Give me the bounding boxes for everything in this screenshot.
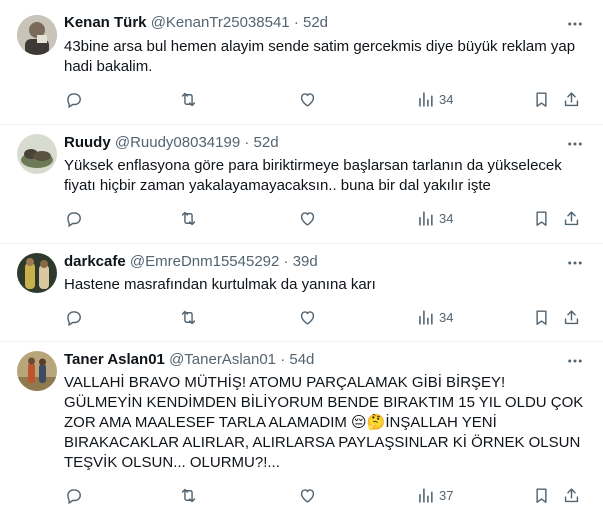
avatar[interactable] — [17, 351, 57, 391]
retweet-button[interactable] — [179, 208, 198, 228]
views-icon — [419, 210, 433, 226]
view-count: 37 — [439, 487, 454, 503]
user-handle[interactable]: @EmreDnm15545292 — [130, 253, 279, 270]
like-button[interactable] — [298, 89, 317, 109]
action-bar: 34 — [64, 89, 589, 109]
share-icon — [564, 487, 579, 502]
user-handle[interactable]: @KenanTr25038541 — [151, 14, 290, 31]
retweet-icon — [181, 310, 196, 324]
retweet-icon — [181, 488, 196, 502]
tweet[interactable]: Kenan Türk @KenanTr25038541 · 52d 43bine… — [0, 0, 603, 125]
bookmark-button[interactable] — [532, 89, 551, 109]
separator-dot: · — [283, 253, 289, 270]
share-button[interactable] — [562, 485, 581, 505]
bookmark-icon — [536, 487, 547, 503]
action-bar: 34 — [64, 307, 589, 327]
like-button[interactable] — [298, 208, 317, 228]
more-icon[interactable] — [565, 253, 585, 273]
like-icon — [300, 92, 315, 107]
timestamp[interactable]: 54d — [289, 351, 314, 368]
views-icon — [419, 487, 433, 503]
reply-button[interactable] — [64, 89, 83, 109]
bookmark-button[interactable] — [532, 307, 551, 327]
like-icon — [300, 488, 315, 503]
share-button[interactable] — [562, 89, 581, 109]
display-name[interactable]: Ruudy — [64, 134, 111, 151]
separator-dot: · — [280, 351, 286, 368]
more-icon[interactable] — [565, 14, 585, 34]
like-icon — [300, 310, 315, 325]
share-button[interactable] — [562, 307, 581, 327]
retweet-button[interactable] — [179, 89, 198, 109]
bookmark-icon — [536, 309, 547, 325]
display-name[interactable]: darkcafe — [64, 253, 126, 270]
share-button[interactable] — [562, 208, 581, 228]
action-bar: 34 — [64, 208, 589, 228]
user-handle[interactable]: @TanerAslan01 — [169, 351, 276, 368]
separator-dot: · — [244, 134, 250, 151]
user-handle[interactable]: @Ruudy08034199 — [115, 134, 240, 151]
bookmark-icon — [536, 210, 547, 226]
bookmark-icon — [536, 91, 547, 107]
reply-button[interactable] — [64, 307, 83, 327]
avatar[interactable] — [17, 134, 57, 174]
display-name[interactable]: Kenan Türk — [64, 14, 147, 31]
avatar[interactable] — [17, 15, 57, 55]
reply-button[interactable] — [64, 208, 83, 228]
more-icon[interactable] — [565, 351, 585, 371]
timestamp[interactable]: 52d — [254, 134, 279, 151]
view-count: 34 — [439, 91, 454, 107]
reply-icon — [67, 211, 81, 227]
views-icon — [419, 91, 433, 107]
retweet-icon — [181, 92, 196, 106]
bookmark-button[interactable] — [532, 485, 551, 505]
views-button[interactable]: 34 — [416, 307, 453, 327]
retweet-button[interactable] — [179, 307, 198, 327]
like-icon — [300, 211, 315, 226]
bookmark-button[interactable] — [532, 208, 551, 228]
like-button[interactable] — [298, 307, 317, 327]
share-icon — [564, 91, 579, 106]
retweet-button[interactable] — [179, 485, 198, 505]
views-button[interactable]: 34 — [416, 89, 453, 109]
share-icon — [564, 210, 579, 225]
views-button[interactable]: 37 — [416, 485, 453, 505]
timestamp[interactable]: 39d — [293, 253, 318, 270]
more-icon[interactable] — [565, 134, 585, 154]
reply-icon — [67, 92, 81, 108]
tweet-text: Yüksek enflasyona göre para biriktirmeye… — [64, 157, 566, 194]
view-count: 34 — [439, 210, 454, 226]
tweet-text: 43bine arsa bul hemen alayim sende satim… — [64, 38, 580, 75]
reply-icon — [67, 488, 81, 504]
tweet[interactable]: Ruudy @Ruudy08034199 · 52d Yüksek enflas… — [0, 124, 603, 244]
timestamp[interactable]: 52d — [303, 14, 328, 31]
display-name[interactable]: Taner Aslan01 — [64, 351, 165, 368]
tweet-text: VALLAHİ BRAVO MÜTHİŞ! ATOMU PARÇALAMAK G… — [64, 374, 588, 471]
reply-button[interactable] — [64, 485, 83, 505]
views-button[interactable]: 34 — [416, 208, 453, 228]
avatar[interactable] — [17, 253, 57, 293]
share-icon — [564, 309, 579, 324]
separator-dot: · — [293, 14, 299, 31]
reply-icon — [67, 310, 81, 326]
tweet[interactable]: Taner Aslan01 @TanerAslan01 · 54d VALLAH… — [0, 341, 603, 518]
tweet-text: Hastene masrafından kurtulmak da yanına … — [64, 276, 376, 293]
view-count: 34 — [439, 309, 454, 325]
tweet[interactable]: darkcafe @EmreDnm15545292 · 39d Hastene … — [0, 243, 603, 342]
views-icon — [419, 309, 433, 325]
like-button[interactable] — [298, 485, 317, 505]
action-bar: 37 — [64, 485, 589, 505]
retweet-icon — [181, 211, 196, 225]
